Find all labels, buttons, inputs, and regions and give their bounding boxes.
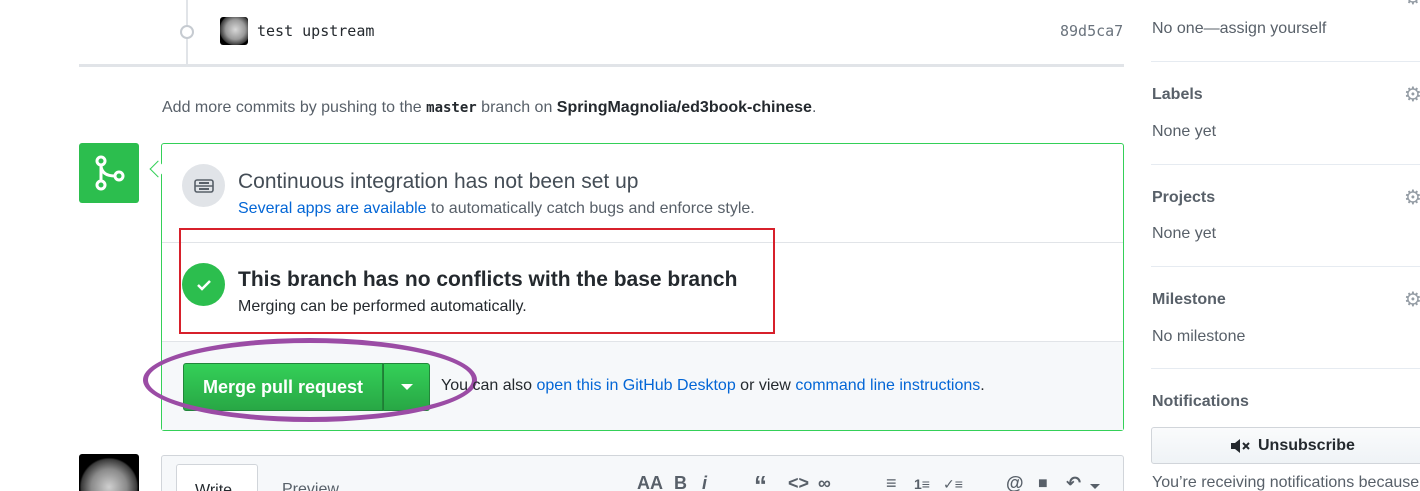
unordered-list-icon[interactable]: ≡ — [886, 473, 897, 491]
milestone-heading[interactable]: Milestone — [1152, 291, 1226, 309]
sidebar-divider — [1151, 61, 1420, 62]
gear-icon[interactable]: ⚙ — [1404, 290, 1420, 310]
push-note-middle: branch on — [481, 99, 553, 116]
user-avatar[interactable] — [79, 454, 139, 491]
projects-value: None yet — [1152, 225, 1217, 242]
notifications-note: You’re receiving notifications because — [1152, 474, 1420, 491]
timeline-separator — [79, 64, 1124, 67]
bold-icon[interactable]: B — [674, 473, 687, 491]
apps-available-link[interactable]: Several apps are available — [238, 200, 427, 217]
red-highlight-box — [179, 228, 775, 334]
assignees-value[interactable]: No one—assign yourself — [1152, 20, 1326, 38]
quote-icon[interactable]: “ — [754, 470, 767, 491]
git-merge-icon — [79, 143, 139, 203]
sidebar-divider — [1151, 164, 1420, 165]
link-icon[interactable]: ∞ — [818, 473, 831, 491]
labels-value: None yet — [1152, 123, 1217, 140]
alt-middle: or view — [740, 377, 791, 394]
tab-write[interactable]: Write — [176, 464, 258, 491]
tab-preview[interactable]: Preview — [282, 481, 339, 491]
unsubscribe-label: Unsubscribe — [1258, 436, 1355, 454]
gear-icon[interactable]: ⚙ — [1404, 85, 1420, 105]
commit-message[interactable]: test upstream — [257, 22, 374, 40]
commit-sha[interactable]: 89d5ca7 — [1060, 22, 1123, 40]
command-line-link[interactable]: command line instructions — [795, 377, 980, 394]
ci-server-icon — [182, 164, 225, 207]
merge-alternatives: You can also open this in GitHub Desktop… — [441, 377, 985, 395]
ci-description: Several apps are available to automatica… — [238, 200, 755, 218]
gear-icon[interactable]: ⚙ — [1404, 0, 1420, 8]
unsubscribe-button[interactable]: Unsubscribe — [1151, 427, 1420, 464]
ci-description-rest: to automatically catch bugs and enforce … — [431, 200, 755, 217]
code-icon[interactable]: <> — [788, 473, 809, 491]
push-note-prefix: Add more commits by pushing to the — [162, 99, 422, 116]
alt-prefix: You can also — [441, 377, 533, 394]
github-desktop-link[interactable]: open this in GitHub Desktop — [537, 377, 736, 394]
bookmark-icon[interactable]: ■ — [1038, 475, 1048, 491]
alt-suffix: . — [980, 377, 985, 394]
chevron-down-icon[interactable] — [1090, 484, 1100, 489]
heading-icon[interactable]: AA — [637, 473, 663, 491]
mute-icon — [1231, 438, 1250, 453]
commit-dot-icon — [180, 25, 194, 39]
ordered-list-icon[interactable]: 1≡ — [914, 476, 930, 491]
repo-name: SpringMagnolia/ed3book-chinese — [556, 99, 812, 116]
ci-title: Continuous integration has not been set … — [238, 170, 639, 193]
commit-author-avatar[interactable] — [220, 17, 248, 45]
push-note-suffix: . — [811, 99, 817, 116]
task-list-icon[interactable]: ✓≡ — [943, 476, 963, 491]
reply-icon[interactable]: ↶ — [1066, 473, 1081, 491]
labels-heading[interactable]: Labels — [1152, 86, 1203, 104]
sidebar-divider — [1151, 266, 1420, 267]
mention-icon[interactable]: @ — [1006, 473, 1024, 491]
push-commits-note: Add more commits by pushing to the maste… — [162, 99, 816, 117]
gear-icon[interactable]: ⚙ — [1404, 188, 1420, 208]
milestone-value: No milestone — [1152, 328, 1246, 345]
projects-heading[interactable]: Projects — [1152, 189, 1215, 207]
italic-icon[interactable]: i — [702, 473, 707, 491]
sidebar-divider — [1151, 368, 1420, 369]
notifications-heading: Notifications — [1152, 393, 1249, 410]
purple-highlight-oval — [143, 338, 477, 422]
branch-name: master — [426, 100, 477, 116]
